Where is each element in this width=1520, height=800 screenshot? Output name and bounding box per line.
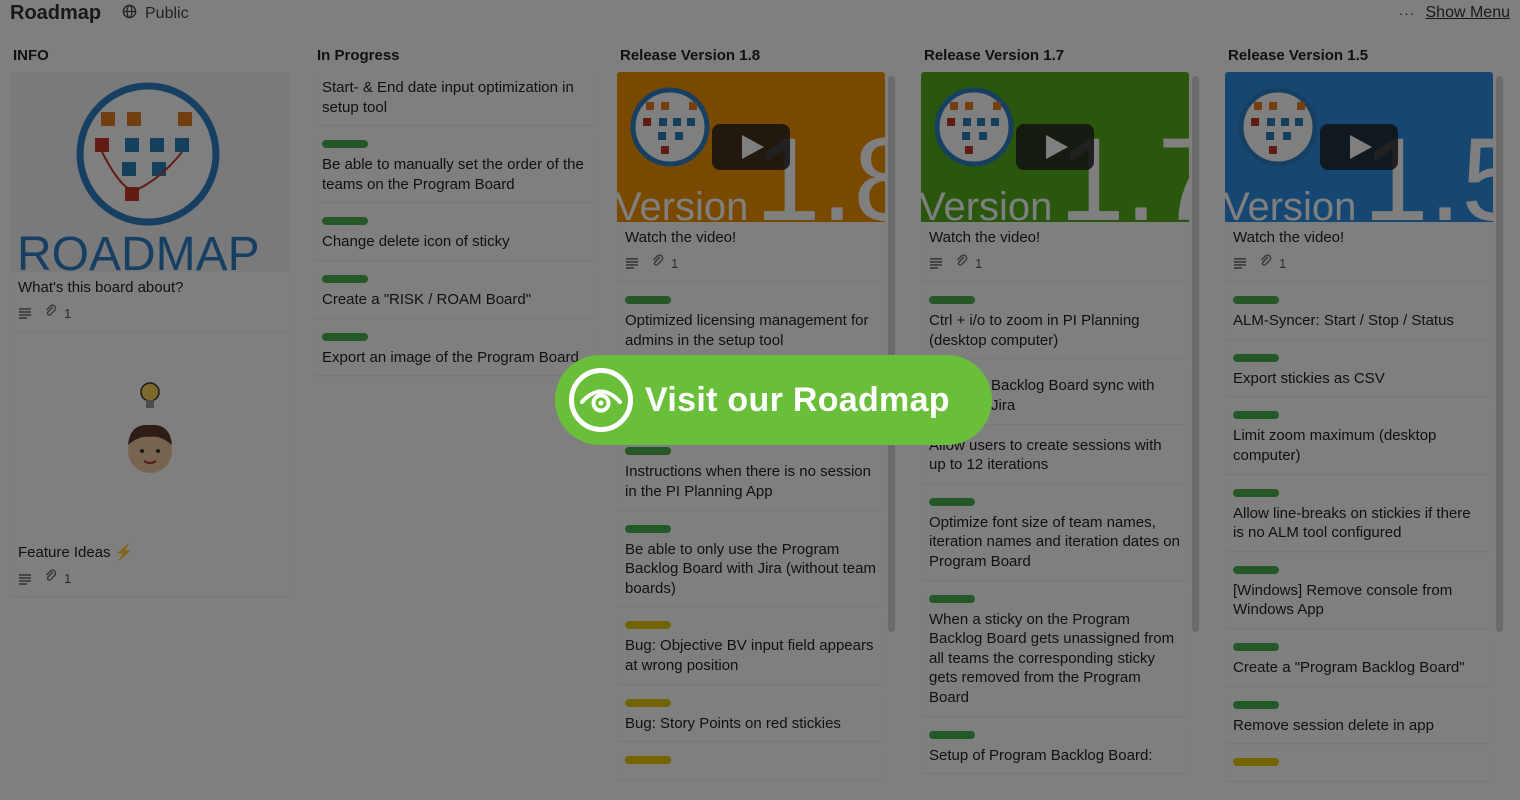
visit-roadmap-button[interactable]: Visit our Roadmap — [555, 355, 992, 445]
eye-icon — [569, 368, 633, 432]
visit-roadmap-label: Visit our Roadmap — [645, 380, 950, 419]
